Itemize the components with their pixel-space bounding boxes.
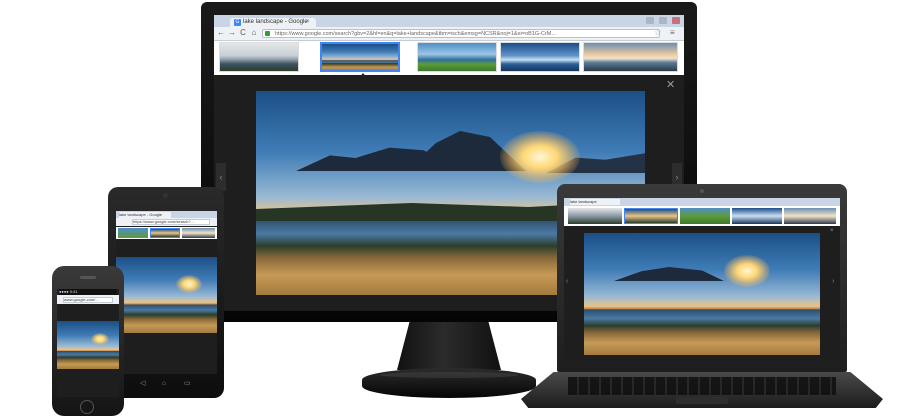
google-favicon-icon: G — [234, 19, 241, 26]
image-thumbnail[interactable] — [680, 208, 730, 224]
image-thumbnail-selected[interactable] — [624, 208, 678, 224]
tablet-image-results-strip — [116, 227, 217, 239]
lock-icon — [265, 31, 270, 36]
lake-landscape-image — [116, 257, 217, 333]
tablet-camera — [163, 193, 168, 198]
reload-icon[interactable]: C — [238, 28, 248, 38]
laptop-keyboard — [568, 377, 836, 395]
image-thumbnail[interactable] — [500, 42, 580, 72]
previous-image-arrow-icon[interactable]: ‹ — [566, 278, 568, 286]
image-thumbnail[interactable] — [417, 42, 497, 72]
image-thumbnail[interactable] — [784, 208, 836, 224]
phone-home-button[interactable] — [80, 400, 94, 414]
phone-screen: ●●●● 9:41 www.google.com/... — [57, 289, 119, 397]
phone-speaker — [80, 276, 96, 279]
image-results-strip — [214, 41, 684, 75]
browser-menu-icon[interactable]: ≡ — [670, 28, 675, 38]
laptop-screen: lake landscape × ‹ › — [564, 198, 840, 362]
maximize-icon[interactable] — [659, 17, 667, 24]
next-image-arrow-icon[interactable]: › — [832, 278, 834, 286]
phone-address-bar[interactable]: www.google.com/... — [63, 297, 113, 303]
image-thumbnail[interactable] — [568, 208, 622, 224]
image-thumbnail[interactable] — [583, 42, 678, 72]
image-thumbnail[interactable] — [118, 228, 148, 238]
monitor-base-highlight — [380, 372, 518, 378]
image-thumbnail[interactable] — [732, 208, 782, 224]
back-softkey-icon[interactable]: ◁ — [140, 380, 145, 388]
minimize-icon[interactable] — [646, 17, 654, 24]
image-thumbnail-selected[interactable] — [150, 228, 180, 238]
laptop-camera — [700, 189, 704, 193]
address-bar[interactable]: https://www.google.com/search?gbv=2&hl=e… — [262, 29, 660, 38]
close-window-icon[interactable] — [672, 17, 680, 24]
bookmark-star-icon[interactable]: ☆ — [654, 28, 661, 38]
tablet-screen: lake landscape - Google https://www.goog… — [116, 211, 217, 374]
lake-landscape-image — [57, 321, 119, 369]
tablet-address-bar[interactable]: https://www.google.com/search?... — [132, 219, 210, 225]
monitor-stand-neck — [397, 322, 501, 370]
image-thumbnail[interactable] — [182, 228, 215, 238]
image-thumbnail-selected[interactable] — [320, 42, 400, 72]
recent-apps-softkey-icon[interactable]: ▭ — [184, 380, 191, 388]
back-arrow-icon[interactable]: ← — [216, 28, 226, 38]
forward-arrow-icon[interactable]: → — [227, 28, 237, 38]
image-thumbnail[interactable] — [219, 42, 299, 72]
close-viewer-icon[interactable]: ✕ — [666, 79, 675, 91]
laptop-image-results-strip — [564, 206, 840, 226]
laptop-touchpad[interactable] — [676, 397, 728, 404]
lake-landscape-image — [584, 233, 820, 355]
home-softkey-icon[interactable]: ⌂ — [162, 380, 166, 388]
close-tab-icon[interactable]: × — [306, 18, 310, 27]
browser-tab-title: lake landscape - Google — [243, 19, 308, 25]
laptop-browser-tab[interactable]: lake landscape — [570, 199, 620, 205]
close-viewer-icon[interactable]: × — [830, 228, 834, 234]
home-icon[interactable]: ⌂ — [249, 28, 259, 38]
browser-tab[interactable]: lake landscape - Google — [230, 18, 316, 27]
